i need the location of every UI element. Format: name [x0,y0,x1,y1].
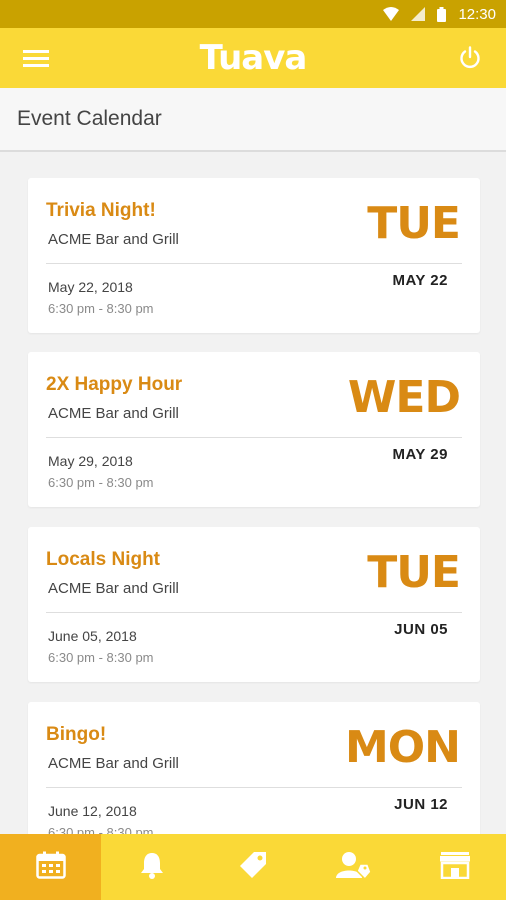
nav-calendar[interactable] [0,834,102,900]
event-time: 6:30 pm - 8:30 pm [48,475,154,490]
store-icon [440,851,471,884]
event-day-of-week: WED [347,372,461,423]
signal-icon [411,7,426,21]
page-title-bar: Event Calendar [0,88,506,152]
power-icon[interactable] [454,42,486,74]
event-venue: ACME Bar and Grill [48,405,179,422]
event-card[interactable]: 2X Happy Hour ACME Bar and Grill May 29,… [28,352,480,507]
event-time: 6:30 pm - 8:30 pm [48,825,154,834]
event-month-day: MAY 22 [392,272,448,289]
card-divider [46,787,462,788]
event-name: Bingo! [46,724,107,745]
event-date: May 22, 2018 [48,279,133,295]
bell-icon [139,851,165,884]
event-time: 6:30 pm - 8:30 pm [48,650,154,665]
event-date: June 12, 2018 [48,803,137,819]
event-month-day: JUN 12 [394,796,448,813]
event-venue: ACME Bar and Grill [48,231,179,248]
event-card[interactable]: Locals Night ACME Bar and Grill June 05,… [28,527,480,682]
card-divider [46,263,462,264]
event-card[interactable]: Bingo! ACME Bar and Grill June 12, 2018 … [28,702,480,834]
event-day-of-week: MON [344,722,461,773]
nav-notifications[interactable] [101,834,202,900]
event-name: 2X Happy Hour [46,374,183,395]
status-bar: 12:30 [0,0,506,28]
status-time: 12:30 [458,5,496,23]
battery-icon [437,6,447,22]
event-venue: ACME Bar and Grill [48,580,179,597]
event-name: Locals Night [46,549,161,570]
event-venue: ACME Bar and Grill [48,755,179,772]
event-date: June 05, 2018 [48,628,137,644]
event-card[interactable]: Trivia Night! ACME Bar and Grill May 22,… [28,178,480,333]
nav-profile[interactable] [304,834,405,900]
bottom-nav [0,834,506,900]
event-month-day: MAY 29 [392,446,448,463]
event-name: Trivia Night! [46,200,156,221]
event-date: May 29, 2018 [48,453,133,469]
calendar-icon [35,851,66,884]
app-bar: Tuava [0,28,506,88]
wifi-icon [383,7,400,21]
hamburger-menu-icon[interactable] [20,42,52,74]
event-time: 6:30 pm - 8:30 pm [48,301,154,316]
nav-deals[interactable] [202,834,303,900]
event-day-of-week: TUE [367,198,461,249]
event-month-day: JUN 05 [394,621,448,638]
nav-venues[interactable] [405,834,506,900]
event-list[interactable]: Trivia Night! ACME Bar and Grill May 22,… [0,152,506,834]
page-title: Event Calendar [17,107,162,130]
card-divider [46,612,462,613]
card-divider [46,437,462,438]
user-tag-icon [336,850,373,885]
brand-logo: Tuava [199,38,308,78]
event-day-of-week: TUE [367,547,461,598]
tag-icon [238,850,268,885]
